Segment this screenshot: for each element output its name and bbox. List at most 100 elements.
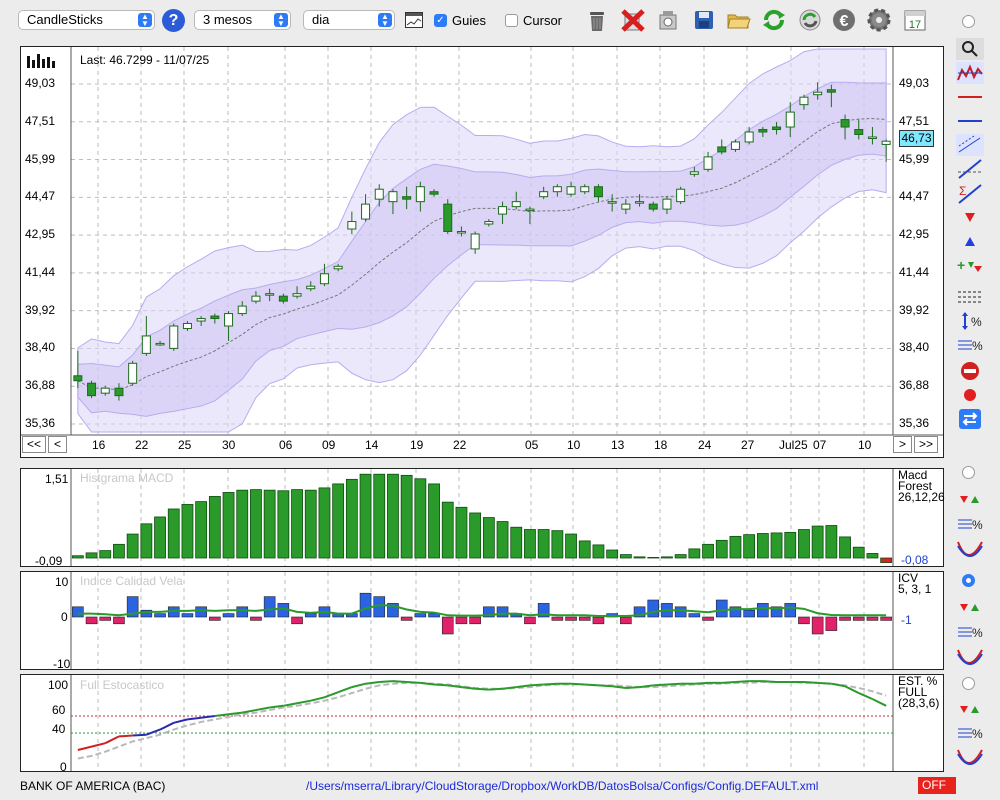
sync-icon[interactable]	[796, 6, 824, 34]
zoom-icon[interactable]	[956, 38, 984, 60]
svg-text:%: %	[972, 727, 983, 741]
icv-bar	[688, 613, 701, 618]
guies-checkbox[interactable]: ✓ Guies	[434, 13, 486, 28]
icv-pane[interactable]: Indice Calidad Vela 10 0 -10 ICV 5, 3, 1…	[20, 571, 944, 671]
nav-prev-button[interactable]: <	[48, 436, 67, 453]
candle-body	[128, 362, 138, 384]
arrow-down-red-icon[interactable]	[956, 206, 984, 228]
grid-lines-icon[interactable]	[956, 286, 984, 308]
nav-first-button[interactable]: <<	[22, 436, 46, 453]
channel-icon[interactable]	[956, 134, 984, 156]
candle-body	[635, 201, 645, 204]
icv-ymin: -10	[53, 657, 71, 671]
stoch-pane-radio[interactable]	[962, 677, 975, 690]
price-tick-left: 49,03	[25, 76, 56, 90]
trash-icon[interactable]	[583, 6, 611, 34]
stoch-pane[interactable]: Full Estocastico 100 60 40 0 EST. % FULL…	[20, 674, 944, 774]
candle-body	[676, 188, 686, 203]
nav-last-button[interactable]: >>	[914, 436, 938, 453]
icv-bar	[757, 603, 769, 618]
stoch-k-segment	[77, 745, 92, 751]
macd-value: -0,08	[901, 553, 929, 567]
macd-bar	[441, 501, 454, 559]
arrows-signal-icon[interactable]	[956, 488, 984, 510]
save-icon[interactable]	[690, 6, 718, 34]
arrow-up-blue-icon[interactable]	[956, 230, 984, 252]
trendline-icon[interactable]	[956, 158, 984, 180]
macd-bar	[469, 512, 482, 559]
icv-bar	[99, 616, 112, 621]
candle-body	[278, 295, 288, 302]
nav-next-button[interactable]: >	[893, 436, 912, 453]
oscillator-curve-icon[interactable]	[956, 646, 984, 668]
macd-bar	[524, 529, 536, 559]
record-icon[interactable]	[956, 384, 984, 406]
stoch-k-segment	[406, 681, 421, 684]
indicator-overlay-icon[interactable]	[956, 62, 984, 84]
candle-body	[73, 375, 83, 382]
interval-select[interactable]: dia ▲ ▼	[303, 10, 395, 30]
horizontal-line-blue-icon[interactable]	[956, 110, 984, 132]
stoch-k-segment	[255, 706, 270, 712]
macd-bar	[811, 525, 824, 559]
main-pane-radio[interactable]	[962, 15, 975, 28]
icv-bar	[291, 616, 303, 625]
macd-bar	[592, 544, 605, 559]
config-path-link[interactable]: /Users/mserra/Library/CloudStorage/Dropb…	[306, 779, 818, 793]
open-folder-icon[interactable]	[725, 6, 753, 34]
arrows-signal-icon[interactable]	[956, 596, 984, 618]
candle-body	[306, 285, 316, 290]
delete-icon[interactable]	[619, 6, 647, 34]
help-icon[interactable]: ?	[162, 9, 185, 32]
macd-bar	[839, 536, 851, 559]
macd-bar	[880, 557, 893, 563]
icv-bar	[400, 616, 413, 621]
candle-body	[319, 273, 329, 285]
history-icon[interactable]	[654, 6, 682, 34]
period-select[interactable]: 3 mesos ▲ ▼	[194, 10, 291, 30]
percent-lines-icon[interactable]: %	[956, 621, 984, 643]
icv-bar	[359, 592, 372, 618]
stoch-k-segment	[858, 692, 873, 700]
stoch-k-segment	[612, 685, 626, 689]
calendar-icon[interactable]: 17	[901, 6, 929, 34]
off-status-badge[interactable]: OFF	[918, 777, 956, 794]
bars-icon[interactable]	[27, 54, 57, 71]
macd-pane[interactable]: Histgrama MACD 1,51 -0,09 Macd Forest 26…	[20, 468, 945, 568]
percent-lines-icon[interactable]: %	[956, 513, 984, 535]
icv-bar	[620, 616, 632, 625]
icv-bar	[414, 613, 427, 618]
candle-body	[717, 146, 727, 153]
chart-window-icon[interactable]	[405, 12, 423, 28]
candle-body	[744, 131, 754, 143]
candle-body	[566, 186, 576, 195]
percent-lines-icon[interactable]: %	[956, 722, 984, 744]
oscillator-curve-icon[interactable]	[956, 538, 984, 560]
add-signal-icon[interactable]: +	[956, 254, 984, 276]
icv-pane-radio[interactable]	[962, 574, 975, 587]
percent-range-icon[interactable]: %	[956, 310, 984, 332]
no-entry-icon[interactable]	[956, 360, 984, 382]
refresh-icon[interactable]	[760, 6, 788, 34]
icv-title: Indice Calidad Vela	[80, 574, 183, 588]
oscillator-curve-icon[interactable]	[956, 746, 984, 768]
arrows-signal-icon[interactable]	[956, 698, 984, 720]
macd-bar	[332, 483, 345, 559]
cursor-checkbox[interactable]: Cursor	[505, 13, 562, 28]
chart-type-select[interactable]: CandleSticks ▲ ▼	[18, 10, 155, 30]
stoch-k-segment	[91, 742, 106, 748]
stoch-k-segment	[831, 682, 846, 688]
price-chart-pane[interactable]: Last: 46.7299 - 11/07/25 49,03 47,51 45,99…	[20, 46, 944, 458]
stoch-k-segment	[379, 680, 394, 683]
icv-bar	[743, 609, 755, 618]
currency-icon[interactable]: €	[830, 6, 858, 34]
percent-lines-icon[interactable]: %	[956, 334, 984, 356]
swap-icon[interactable]	[956, 408, 984, 430]
macd-bar	[373, 473, 386, 559]
settings-icon[interactable]	[865, 6, 893, 34]
sigma-trend-icon[interactable]: Σ	[956, 182, 984, 204]
macd-pane-radio[interactable]	[962, 466, 975, 479]
macd-bar	[236, 489, 249, 559]
candle-body	[593, 186, 603, 198]
horizontal-line-red-icon[interactable]	[956, 86, 984, 108]
